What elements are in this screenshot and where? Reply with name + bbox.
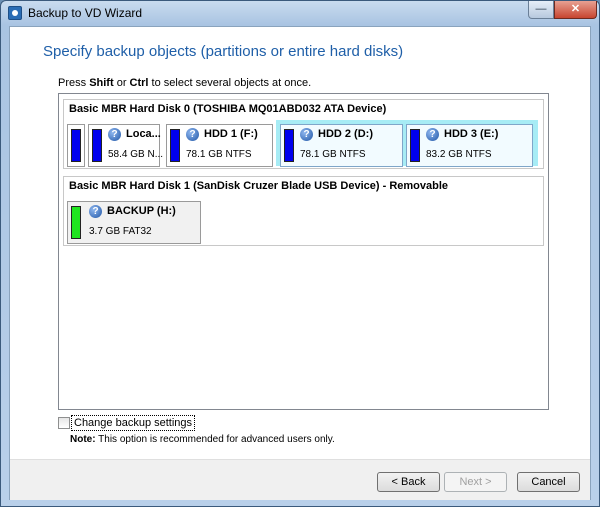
question-mark-icon: ? bbox=[426, 128, 439, 141]
partition-local[interactable]: ? Loca... 58.4 GB N... bbox=[88, 124, 164, 167]
title-bar[interactable]: Backup to VD Wizard — ✕ bbox=[1, 1, 599, 25]
note-text: This option is recommended for advanced … bbox=[95, 434, 335, 445]
wizard-footer: < Back Next > Cancel bbox=[10, 459, 590, 500]
question-mark-icon: ? bbox=[186, 128, 199, 141]
partition-usage-bar bbox=[170, 129, 180, 162]
partition-name: HDD 1 (F:) bbox=[204, 128, 258, 140]
disk-1[interactable]: Basic MBR Hard Disk 1 (SanDisk Cruzer Bl… bbox=[63, 176, 544, 246]
wizard-window: Backup to VD Wizard — ✕ Specify backup o… bbox=[0, 0, 600, 507]
partition-info: 83.2 GB NTFS bbox=[426, 149, 492, 160]
wizard-client-area: Specify backup objects (partitions or en… bbox=[9, 26, 591, 500]
partition-usage-bar bbox=[284, 129, 294, 162]
disk-title: Basic MBR Hard Disk 1 (SanDisk Cruzer Bl… bbox=[69, 180, 449, 192]
cancel-button[interactable]: Cancel bbox=[517, 472, 580, 492]
partition-usage-bar bbox=[92, 129, 102, 162]
next-button[interactable]: Next > bbox=[444, 472, 507, 492]
change-settings-checkbox[interactable] bbox=[58, 417, 70, 429]
window-title: Backup to VD Wizard bbox=[28, 6, 143, 20]
close-button[interactable]: ✕ bbox=[554, 1, 597, 19]
partition-name: HDD 2 (D:) bbox=[318, 128, 373, 140]
partition-info: 58.4 GB N... bbox=[108, 149, 164, 160]
disk-0[interactable]: Basic MBR Hard Disk 0 (TOSHIBA MQ01ABD03… bbox=[63, 99, 544, 169]
partition-usage-bar bbox=[71, 129, 81, 162]
minimize-button[interactable]: — bbox=[528, 1, 554, 19]
disk-title: Basic MBR Hard Disk 0 (TOSHIBA MQ01ABD03… bbox=[69, 103, 387, 115]
note-label: Note: bbox=[70, 434, 96, 445]
partition-hdd3[interactable]: ? HDD 3 (E:) 83.2 GB NTFS bbox=[406, 124, 533, 167]
partition-info: 78.1 GB NTFS bbox=[300, 149, 366, 160]
partition-hdd1[interactable]: ? HDD 1 (F:) 78.1 GB NTFS bbox=[166, 124, 273, 167]
partition-name: BACKUP (H:) bbox=[107, 205, 176, 217]
partition-info: 78.1 GB NTFS bbox=[186, 149, 252, 160]
advanced-note: Note: This option is recommended for adv… bbox=[70, 434, 335, 445]
partition-usage-bar bbox=[71, 206, 81, 239]
partition-hdd2[interactable]: ? HDD 2 (D:) 78.1 GB NTFS bbox=[280, 124, 403, 167]
page-heading: Specify backup objects (partitions or en… bbox=[43, 43, 404, 60]
partition-name: HDD 3 (E:) bbox=[444, 128, 499, 140]
back-button[interactable]: < Back bbox=[377, 472, 440, 492]
partition-name: Loca... bbox=[126, 128, 161, 140]
app-icon bbox=[8, 6, 22, 20]
question-mark-icon: ? bbox=[300, 128, 313, 141]
backup-objects-list[interactable]: Basic MBR Hard Disk 0 (TOSHIBA MQ01ABD03… bbox=[58, 93, 549, 410]
change-settings-label[interactable]: Change backup settings bbox=[71, 415, 196, 431]
partition-info: 3.7 GB FAT32 bbox=[89, 226, 152, 237]
question-mark-icon: ? bbox=[108, 128, 121, 141]
partition-unlabeled[interactable] bbox=[67, 124, 85, 167]
partition-usage-bar bbox=[410, 129, 420, 162]
selection-hint: Press Shift or Ctrl to select several ob… bbox=[58, 77, 312, 89]
partition-backup[interactable]: ? BACKUP (H:) 3.7 GB FAT32 bbox=[67, 201, 201, 244]
question-mark-icon: ? bbox=[89, 205, 102, 218]
